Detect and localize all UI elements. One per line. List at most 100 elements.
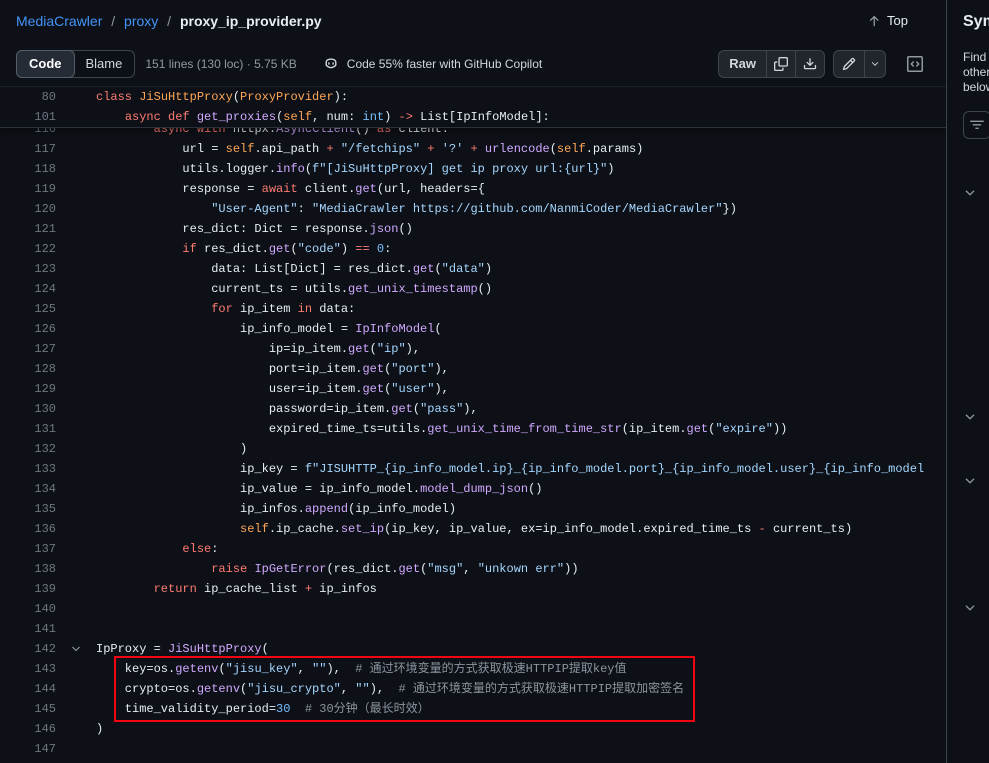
line-number[interactable]: 134 — [0, 479, 56, 499]
line-number[interactable]: 130 — [0, 399, 56, 419]
symbol-tree-chevron-down-icon[interactable] — [963, 410, 977, 424]
code-line: 121 res_dict: Dict = response.json() — [0, 219, 946, 239]
code-line: 144 crypto=os.getenv("jisu_crypto", ""),… — [0, 679, 946, 699]
line-number[interactable]: 140 — [0, 599, 56, 619]
gutter-spacer — [56, 107, 96, 127]
line-number[interactable]: 125 — [0, 299, 56, 319]
line-number[interactable]: 133 — [0, 459, 56, 479]
filter-lines-icon — [970, 118, 984, 132]
line-number[interactable]: 129 — [0, 379, 56, 399]
copilot-icon — [323, 56, 339, 72]
symbols-panel: Symbols Find definitions and references … — [946, 0, 989, 763]
line-number[interactable]: 123 — [0, 259, 56, 279]
tab-blame[interactable]: Blame — [74, 51, 135, 77]
line-number[interactable]: 137 — [0, 539, 56, 559]
line-number[interactable]: 120 — [0, 199, 56, 219]
line-number[interactable]: 136 — [0, 519, 56, 539]
symbol-tree-chevron-down-icon[interactable] — [963, 474, 977, 488]
line-number[interactable]: 121 — [0, 219, 56, 239]
line-number[interactable]: 132 — [0, 439, 56, 459]
line-number[interactable]: 101 — [0, 107, 56, 127]
line-number[interactable]: 122 — [0, 239, 56, 259]
gutter-spacer — [56, 299, 96, 319]
code-line: 127 ip=ip_item.get("ip"), — [0, 339, 946, 359]
code-line: 145 time_validity_period=30 # 30分钟（最长时效） — [0, 699, 946, 719]
code-text: port=ip_item.get("port"), — [96, 359, 946, 379]
gutter-spacer — [56, 179, 96, 199]
copilot-banner[interactable]: Code 55% faster with GitHub Copilot — [323, 56, 542, 72]
breadcrumb-repo-link[interactable]: MediaCrawler — [16, 13, 102, 29]
line-number[interactable]: 135 — [0, 499, 56, 519]
pencil-icon — [842, 57, 856, 71]
code-line: 101 async def get_proxies(self, num: int… — [0, 107, 946, 127]
code-text: current_ts = utils.get_unix_timestamp() — [96, 279, 946, 299]
line-number[interactable]: 80 — [0, 87, 56, 107]
code-text: ip_info_model = IpInfoModel( — [96, 319, 946, 339]
code-line: 126 ip_info_model = IpInfoModel( — [0, 319, 946, 339]
line-number[interactable]: 126 — [0, 319, 56, 339]
code-line: 142IpProxy = JiSuHttpProxy( — [0, 639, 946, 659]
symbols-panel-toggle-button[interactable] — [900, 50, 930, 78]
code-line: 119 response = await client.get(url, hea… — [0, 179, 946, 199]
line-number[interactable]: 138 — [0, 559, 56, 579]
gutter-spacer — [56, 719, 96, 739]
gutter-spacer — [56, 499, 96, 519]
code-text: time_validity_period=30 # 30分钟（最长时效） — [96, 699, 946, 719]
tab-code[interactable]: Code — [16, 50, 75, 78]
symbols-panel-title: Symbols — [963, 13, 989, 31]
gutter-spacer — [56, 539, 96, 559]
gutter-spacer — [56, 739, 96, 759]
code-text — [96, 619, 946, 639]
line-number[interactable]: 143 — [0, 659, 56, 679]
line-number[interactable]: 131 — [0, 419, 56, 439]
code-line: 125 for ip_item in data: — [0, 299, 946, 319]
gutter-spacer — [56, 339, 96, 359]
line-number[interactable]: 145 — [0, 699, 56, 719]
download-button[interactable] — [795, 50, 825, 78]
copy-button[interactable] — [766, 50, 796, 78]
line-number[interactable]: 141 — [0, 619, 56, 639]
breadcrumb-dir-link[interactable]: proxy — [124, 13, 158, 29]
symbol-tree-chevron-down-icon[interactable] — [963, 186, 977, 200]
code-square-icon — [907, 56, 923, 72]
gutter-spacer — [56, 279, 96, 299]
line-number[interactable]: 147 — [0, 739, 56, 759]
fold-chevron-down-icon[interactable] — [56, 639, 96, 659]
line-number[interactable]: 119 — [0, 179, 56, 199]
line-number[interactable]: 146 — [0, 719, 56, 739]
line-number[interactable]: 127 — [0, 339, 56, 359]
line-number[interactable]: 117 — [0, 139, 56, 159]
line-number[interactable]: 118 — [0, 159, 56, 179]
code-text: self.ip_cache.set_ip(ip_key, ip_value, e… — [96, 519, 946, 539]
scroll-to-top-label: Top — [887, 13, 908, 28]
scroll-to-top-button[interactable]: Top — [859, 9, 916, 32]
symbols-panel-description-line: below — [963, 80, 989, 95]
raw-button[interactable]: Raw — [718, 50, 767, 78]
code-text: response = await client.get(url, headers… — [96, 179, 946, 199]
gutter-spacer — [56, 239, 96, 259]
line-number[interactable]: 128 — [0, 359, 56, 379]
line-number[interactable]: 144 — [0, 679, 56, 699]
gutter-spacer — [56, 399, 96, 419]
code-text: crypto=os.getenv("jisu_crypto", ""), # 通… — [96, 679, 946, 699]
code-view: 116 async with httpx.AsyncClient() as cl… — [0, 87, 946, 763]
code-line: 140 — [0, 599, 946, 619]
gutter-spacer — [56, 579, 96, 599]
gutter-spacer — [56, 419, 96, 439]
symbols-panel-description-line: Find definitions and references for func… — [963, 50, 989, 65]
gutter-spacer — [56, 459, 96, 479]
page: MediaCrawler / proxy / proxy_ip_provider… — [0, 0, 989, 763]
gutter-spacer — [56, 439, 96, 459]
line-number[interactable]: 139 — [0, 579, 56, 599]
raw-button-group: Raw — [718, 50, 825, 78]
code-text: res_dict: Dict = response.json() — [96, 219, 946, 239]
edit-dropdown-button[interactable] — [864, 50, 886, 78]
symbol-tree-chevron-down-icon[interactable] — [963, 601, 977, 615]
breadcrumb: MediaCrawler / proxy / proxy_ip_provider… — [16, 13, 322, 29]
line-number[interactable]: 124 — [0, 279, 56, 299]
line-number[interactable]: 142 — [0, 639, 56, 659]
symbols-filter-button[interactable] — [963, 111, 989, 139]
file-info: 151 lines (130 loc) · 5.75 KB — [145, 57, 296, 71]
code-line: 118 utils.logger.info(f"[JiSuHttpProxy] … — [0, 159, 946, 179]
edit-button[interactable] — [833, 50, 865, 78]
